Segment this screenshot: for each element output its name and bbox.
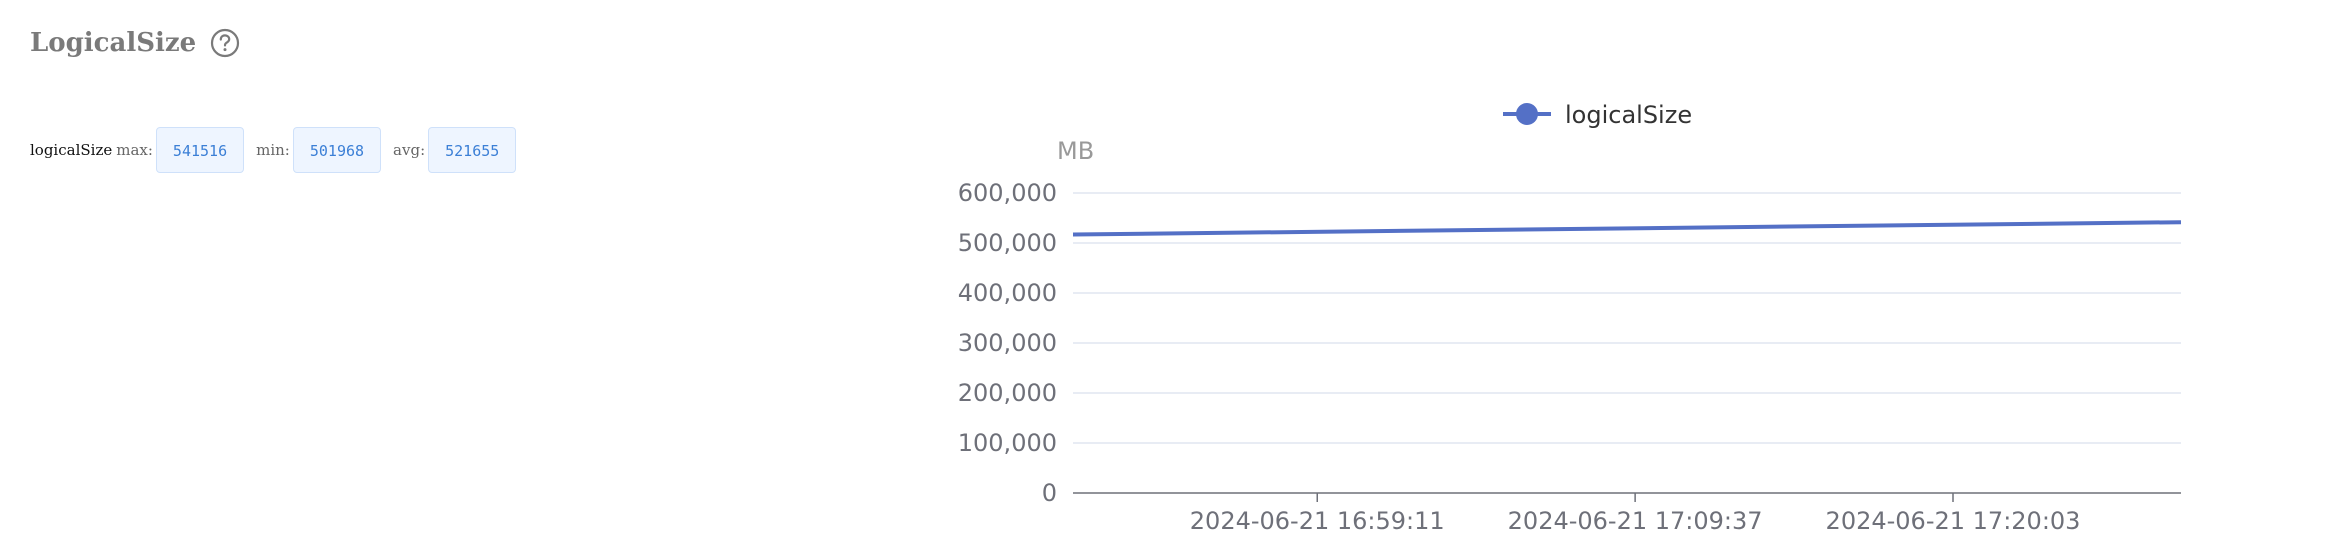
y-tick-label: 300,000 <box>958 329 1057 357</box>
series-layer <box>1072 220 2182 237</box>
chart-legend[interactable]: logicalSize <box>1503 101 1692 129</box>
x-tick-label: 2024-06-21 16:59:11 <box>1190 507 1445 535</box>
y-tick-label: 100,000 <box>958 429 1057 457</box>
grid-lines <box>1073 192 2181 444</box>
y-tick-label: 500,000 <box>958 229 1057 257</box>
legend-label: logicalSize <box>1565 101 1692 129</box>
x-axis: 2024-06-21 16:59:11 2024-06-21 17:09:37 20… <box>1073 492 2181 535</box>
line-chart: logicalSize MB 0 100,000 200,000 300,000 400… <box>958 101 2182 535</box>
x-tick-label: 2024-06-21 17:20:03 <box>1826 507 2081 535</box>
y-tick-label: 200,000 <box>958 379 1057 407</box>
y-axis-label: MB <box>1057 137 1094 165</box>
y-tick-label: 600,000 <box>958 179 1057 207</box>
series-line-logicalSize <box>1072 220 2182 237</box>
y-axis-ticks: 0 100,000 200,000 300,000 400,000 500,000 600,… <box>958 179 1057 507</box>
y-tick-label: 0 <box>1042 479 1057 507</box>
x-tick-label: 2024-06-21 17:09:37 <box>1508 507 1763 535</box>
y-tick-label: 400,000 <box>958 279 1057 307</box>
legend-marker <box>1516 103 1538 125</box>
